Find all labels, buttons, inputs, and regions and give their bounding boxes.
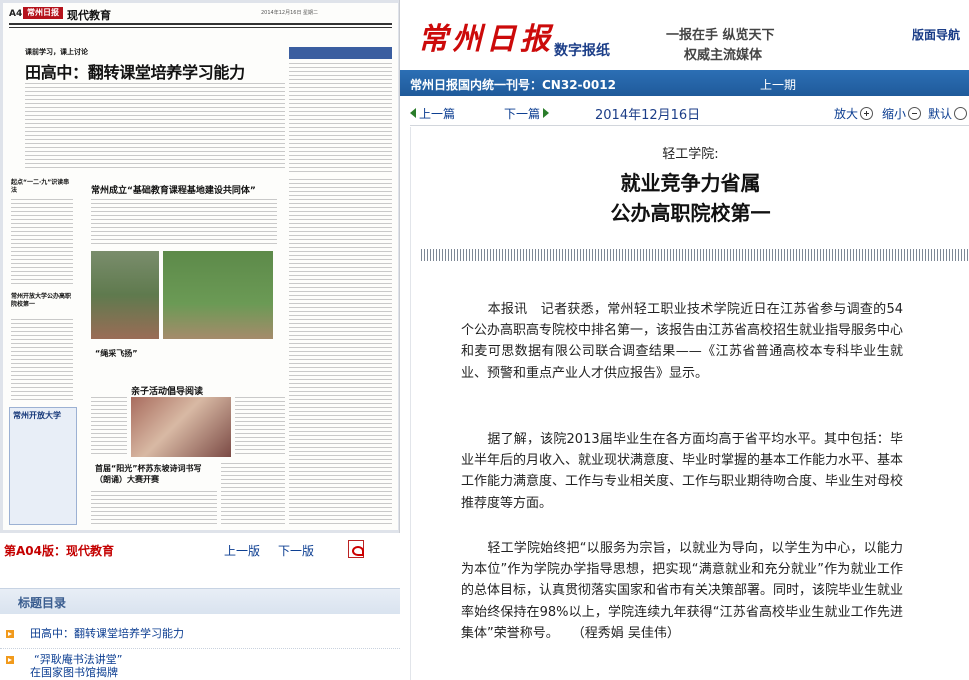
thumb-subheadline-1[interactable]: 常州成立“基础教育课程基地建设共同体” [91, 183, 256, 196]
thumb-text-block [91, 199, 277, 247]
thumb-text-block [25, 83, 285, 169]
thumb-ad-title: 常州开放大学 [13, 411, 61, 420]
thumb-text-block [11, 319, 73, 401]
next-page-link[interactable]: 下一版 [278, 542, 314, 559]
next-article-button[interactable]: 下一篇 [504, 105, 550, 122]
zoom-out-button[interactable]: 缩小 [882, 105, 922, 122]
page-bar: 第A04版：现代教育 上一版 下一版 [0, 536, 400, 562]
newspaper-logo[interactable]: 常州日报 [418, 14, 554, 58]
layout-navigation-link[interactable]: 版面导航 [912, 26, 960, 43]
cn-number: 常州日报国内统一刊号：CN32-0012 [410, 78, 616, 92]
slogan-line-1: 一报在手 纵览天下 [666, 28, 775, 43]
thumb-rule-thin [9, 27, 392, 28]
previous-article-button[interactable]: 上一篇 [410, 105, 455, 122]
circle-icon [954, 107, 968, 120]
thumb-text-block [11, 199, 73, 285]
right-panel: 常州日报 数字报纸 一报在手 纵览天下 权威主流媒体 版面导航 常州日报国内统一… [400, 0, 969, 680]
thumb-page-label: A4 [9, 9, 23, 19]
article-paragraph: 本报讯 记者获悉，常州轻工职业技术学院近日在江苏省参与调查的54个公办高职高专院… [461, 302, 904, 381]
thumb-side-headline-1: 起点“一二·九”识读串法 [11, 179, 70, 194]
previous-article-label: 上一篇 [419, 107, 456, 121]
thumb-photo-reading [131, 397, 231, 457]
article-paragraph: 轻工学院始终把“以服务为宗旨，以就业为导向，以学生为中心，以能力为本位”作为学院… [461, 541, 904, 641]
slogan-line-2: 权威主流媒体 [684, 48, 763, 63]
thumb-text-block [221, 463, 285, 525]
digital-edition-label: 数字报纸 [554, 43, 610, 59]
article-kicker: 轻工学院: [662, 147, 719, 162]
toc-item-title[interactable]: 田高中：翻转课堂培养学习能力 [30, 627, 184, 640]
masthead: 常州日报 数字报纸 一报在手 纵览天下 权威主流媒体 版面导航 [400, 0, 969, 70]
toc-title: 标题目录 [18, 596, 67, 610]
article-headline-line-2: 公办高职院校第一 [610, 201, 771, 225]
zoom-in-button[interactable]: 放大 [834, 105, 874, 122]
thumb-logo: 常州日报 [23, 7, 63, 19]
thumb-sidebar-header [289, 47, 392, 59]
previous-issue-link[interactable]: 上一期 [760, 76, 796, 93]
thumb-subheadline-4[interactable]: 首届“阳光”杯苏东坡诗词书写（朗诵）大赛开赛 [95, 463, 215, 485]
thumb-text-block [289, 179, 392, 525]
left-panel: A4 常州日报 现代教育 2014年12月16日 星期二 课前学习，课上讨论 田… [0, 0, 400, 680]
thumb-text-block [91, 491, 217, 525]
toc-header: 标题目录 [0, 588, 400, 614]
default-size-label: 默认 [928, 107, 953, 121]
thumb-date: 2014年12月16日 星期二 [261, 10, 319, 16]
page-thumbnail[interactable]: A4 常州日报 现代教育 2014年12月16日 星期二 课前学习，课上讨论 田… [0, 0, 400, 533]
arrow-bullet-icon [6, 656, 14, 664]
toc-item-title-line2[interactable]: 在国家图书馆揭牌 [30, 666, 118, 679]
thumb-side-headline-2: 常州开放大学公办高职院校第一 [11, 293, 72, 308]
left-arrow-icon [410, 108, 416, 118]
thumb-section: 现代教育 [67, 9, 111, 22]
thumb-subheadline-3[interactable]: 亲子活动倡导阅读 [131, 384, 203, 397]
toc-item-title[interactable]: “羿耿庵书法讲堂” [34, 653, 122, 666]
pdf-icon[interactable] [348, 540, 364, 558]
current-page-label[interactable]: 第A04版：现代教育 [4, 542, 114, 559]
thumb-ad-box [9, 407, 77, 525]
thumb-subheadline-2[interactable]: “绳采飞扬” [95, 348, 138, 359]
default-size-button[interactable]: 默认 [928, 105, 968, 122]
toc-item[interactable]: “羿耿庵书法讲堂” 在国家图书馆揭牌 [6, 653, 396, 680]
toc-item[interactable]: 田高中：翻转课堂培养学习能力 [6, 627, 396, 641]
zoom-out-label: 缩小 [882, 107, 907, 121]
thumb-photo-rope-skipping-2 [163, 251, 273, 339]
thumb-text-block [289, 63, 392, 173]
article-body: 轻工学院: 就业竞争力省属 公办高职院校第一 本报讯 记者获悉，常州轻工职业技术… [410, 127, 969, 680]
thumb-rule [9, 23, 392, 25]
headline-divider [421, 249, 969, 261]
article-toolbar: 上一篇 下一篇 2014年12月16日 放大 缩小 默认 [410, 100, 969, 126]
plus-circle-icon [860, 107, 874, 120]
article-headline-line-1: 就业竞争力省属 [620, 171, 761, 195]
newspaper-page-image[interactable]: A4 常州日报 现代教育 2014年12月16日 星期二 课前学习，课上讨论 田… [3, 3, 398, 530]
thumb-headline[interactable]: 田高中：翻转课堂培养学习能力 [25, 59, 245, 83]
thumb-text-block [235, 397, 285, 457]
minus-circle-icon [908, 107, 922, 120]
thumb-kicker: 课前学习，课上讨论 [25, 48, 88, 56]
thumb-photo-rope-skipping-1 [91, 251, 159, 339]
arrow-bullet-icon [6, 630, 14, 638]
issue-date: 2014年12月16日 [595, 108, 701, 123]
right-arrow-icon [543, 108, 550, 118]
article-paragraph: 据了解，该院2013届毕业生在各方面均高于省平均水平。其中包括：毕业半年后的月收… [461, 432, 904, 511]
thumb-text-block [91, 397, 127, 457]
previous-page-link[interactable]: 上一版 [224, 542, 260, 559]
next-article-label: 下一篇 [504, 107, 541, 121]
toc-separator [0, 648, 400, 649]
publication-info-bar: 常州日报国内统一刊号：CN32-0012 上一期 [400, 70, 969, 96]
zoom-in-label: 放大 [834, 107, 859, 121]
